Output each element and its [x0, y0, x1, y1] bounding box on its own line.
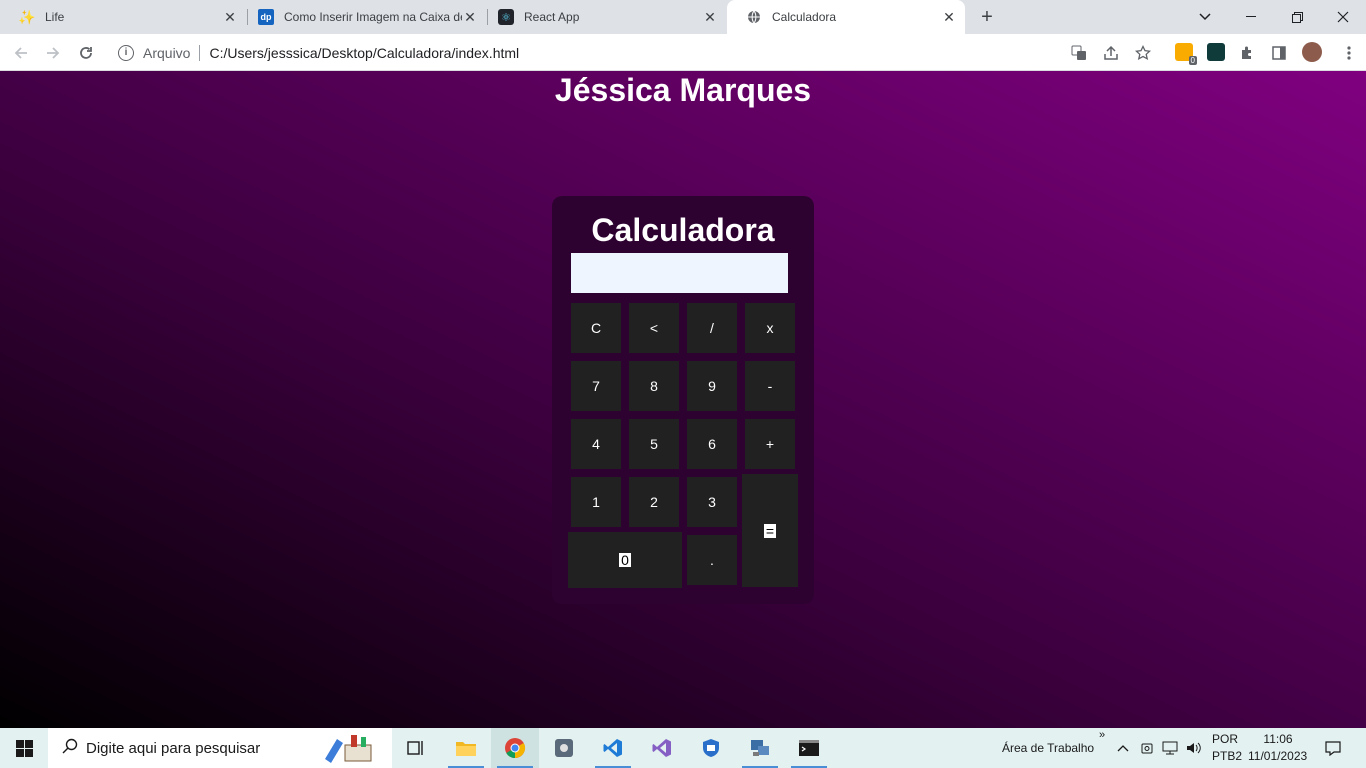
input-language[interactable]: POR	[1212, 732, 1238, 746]
tab-como-inserir[interactable]: dp Como Inserir Imagem na Caixa de ✕	[248, 0, 486, 34]
tab-title: React App	[524, 10, 580, 24]
network-app-icon[interactable]	[736, 728, 784, 768]
author-title: Jéssica Marques	[554, 72, 812, 108]
tab-search-chevron-icon[interactable]	[1182, 0, 1228, 34]
tab-title: Life	[45, 10, 65, 24]
chrome-icon[interactable]	[491, 728, 539, 768]
network-icon[interactable]	[1162, 740, 1178, 756]
key-1[interactable]: 1	[571, 477, 621, 527]
back-arrow-icon[interactable]	[10, 42, 32, 64]
address-scheme-label: Arquivo	[143, 44, 191, 61]
key-3[interactable]: 3	[687, 477, 737, 527]
volume-icon[interactable]	[1186, 740, 1202, 756]
kebab-menu-icon[interactable]	[1340, 44, 1358, 62]
tab-title: Como Inserir Imagem na Caixa de	[284, 10, 462, 24]
calculator: Calculadora C < / x 7 8 9 - 4 5 6 + 1 2 …	[552, 196, 814, 604]
close-icon[interactable]: ✕	[462, 9, 478, 25]
keyboard-layout[interactable]: PTB2	[1212, 749, 1242, 763]
key-equals[interactable]: =	[742, 474, 798, 587]
address-divider	[199, 44, 201, 61]
key-zero-label: 0	[619, 552, 631, 568]
extension-honey-icon[interactable]: 0	[1175, 43, 1197, 65]
vscode-icon[interactable]	[589, 728, 637, 768]
globe-icon	[746, 9, 762, 25]
minimize-button[interactable]	[1228, 0, 1274, 34]
tab-react-app[interactable]: ⚛ React App ✕	[488, 0, 726, 34]
key-equals-label: =	[763, 522, 777, 539]
taskbar: Digite aqui para pesquisar Área de Traba…	[0, 728, 1366, 768]
notifications-icon[interactable]	[1325, 740, 1341, 756]
tab-strip: ✨ Life ✕ dp Como Inserir Imagem na Caixa…	[0, 0, 1366, 34]
address-bar[interactable]: i Arquivo C:/Users/jesssica/Desktop/Calc…	[108, 39, 1162, 66]
meet-now-icon[interactable]	[1139, 740, 1155, 756]
desktop-toolbar-chevron[interactable]: »	[1099, 729, 1105, 741]
taskbar-search[interactable]: Digite aqui para pesquisar	[48, 728, 392, 768]
key-7[interactable]: 7	[571, 361, 621, 411]
restore-button[interactable]	[1274, 0, 1320, 34]
key-2[interactable]: 2	[629, 477, 679, 527]
file-explorer-icon[interactable]	[442, 728, 490, 768]
page-content: Jéssica Marques Calculadora C < / x 7 8 …	[0, 71, 1366, 728]
sourcetree-icon[interactable]	[540, 728, 588, 768]
extension-badge: 0	[1188, 56, 1197, 65]
task-view-icon[interactable]	[392, 728, 440, 768]
windows-logo-icon	[15, 739, 33, 757]
key-clear[interactable]: C	[571, 303, 621, 353]
sparkle-icon: ✨	[18, 8, 36, 25]
dp-icon: dp	[258, 9, 274, 25]
react-icon: ⚛	[498, 9, 514, 25]
forward-arrow-icon[interactable]	[42, 42, 64, 64]
key-9[interactable]: 9	[687, 361, 737, 411]
close-icon[interactable]: ✕	[941, 9, 957, 25]
tray-expand-chevron-icon[interactable]	[1115, 740, 1131, 756]
key-minus[interactable]: -	[745, 361, 795, 411]
tab-life[interactable]: ✨ Life ✕	[0, 0, 246, 34]
key-plus[interactable]: +	[745, 419, 795, 469]
address-url[interactable]: C:/Users/jesssica/Desktop/Calculadora/in…	[209, 45, 519, 61]
desktop-toolbar-label[interactable]: Área de Trabalho	[1002, 741, 1094, 755]
extension-dark-icon[interactable]	[1207, 43, 1225, 61]
calculator-title: Calculadora	[591, 212, 775, 248]
key-5[interactable]: 5	[629, 419, 679, 469]
clock-time[interactable]: 11:06	[1262, 732, 1294, 746]
close-icon[interactable]: ✕	[702, 9, 718, 25]
tab-title: Calculadora	[772, 10, 837, 24]
reload-icon[interactable]	[75, 42, 97, 64]
tab-calculadora[interactable]: Calculadora ✕	[727, 0, 965, 34]
translate-icon[interactable]	[1070, 44, 1088, 62]
search-highlight-illustration-icon	[314, 732, 384, 764]
new-tab-button[interactable]: +	[977, 7, 997, 27]
profile-avatar[interactable]	[1302, 42, 1322, 62]
terminal-icon[interactable]	[785, 728, 833, 768]
start-button[interactable]	[0, 728, 48, 768]
visual-studio-icon[interactable]	[638, 728, 686, 768]
key-6[interactable]: 6	[687, 419, 737, 469]
close-icon[interactable]: ✕	[222, 9, 238, 25]
key-divide[interactable]: /	[687, 303, 737, 353]
key-backspace[interactable]: <	[629, 303, 679, 353]
browser-toolbar: i Arquivo C:/Users/jesssica/Desktop/Calc…	[0, 34, 1366, 71]
key-multiply[interactable]: x	[745, 303, 795, 353]
key-dot[interactable]: .	[687, 535, 737, 585]
calculator-display[interactable]	[571, 253, 788, 293]
puzzle-extensions-icon[interactable]	[1238, 44, 1256, 62]
search-placeholder: Digite aqui para pesquisar	[86, 739, 261, 757]
share-icon[interactable]	[1102, 44, 1120, 62]
bookmark-star-icon[interactable]	[1134, 44, 1152, 62]
info-icon[interactable]: i	[118, 44, 134, 61]
close-window-button[interactable]	[1320, 0, 1366, 34]
search-icon	[62, 738, 78, 759]
security-shield-icon[interactable]	[687, 728, 735, 768]
key-0[interactable]: 0	[568, 532, 682, 588]
side-panel-icon[interactable]	[1270, 44, 1288, 62]
key-4[interactable]: 4	[571, 419, 621, 469]
key-8[interactable]: 8	[629, 361, 679, 411]
clock-date[interactable]: 11/01/2023	[1248, 749, 1307, 763]
